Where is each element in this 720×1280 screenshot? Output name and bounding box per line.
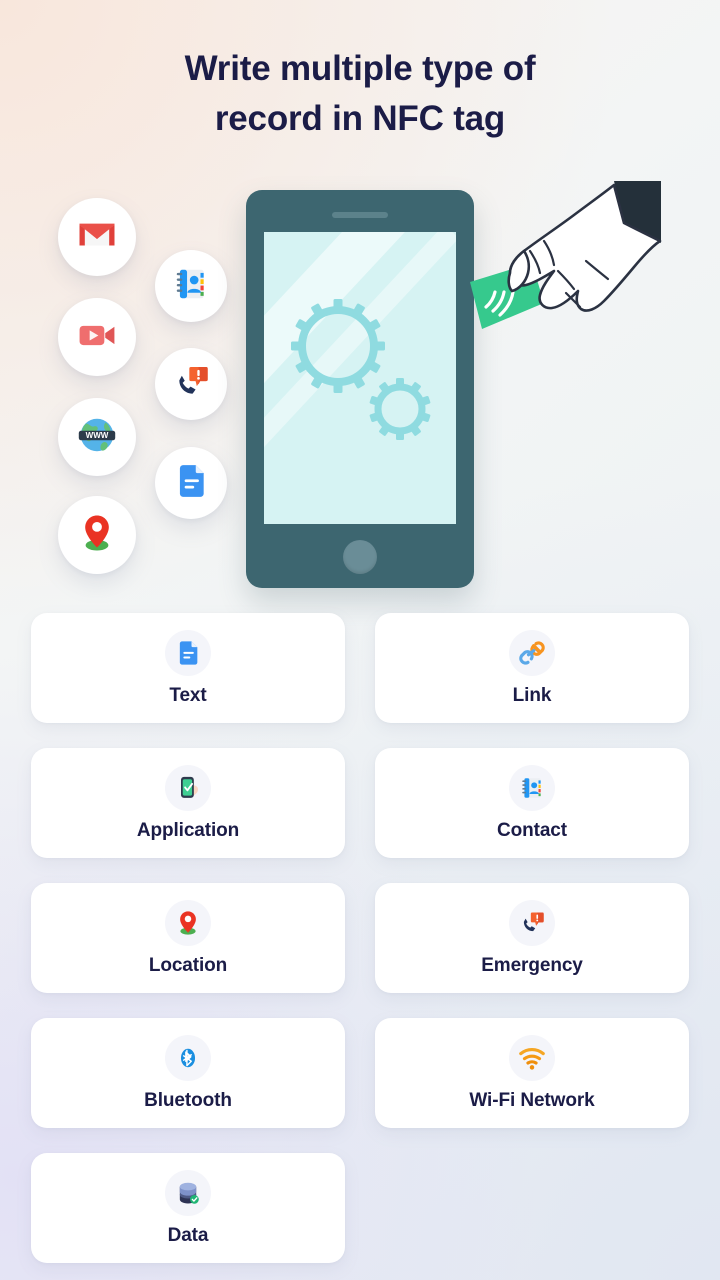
record-card-contact[interactable]: Contact	[375, 748, 689, 858]
floating-www-bubble: WWW	[58, 398, 136, 476]
application-phone-icon	[165, 764, 211, 811]
phone-screen	[264, 232, 456, 524]
link-chain-icon	[509, 629, 555, 676]
floating-gmail-bubble	[58, 198, 136, 276]
record-card-link[interactable]: Link	[375, 613, 689, 723]
svg-text:WWW: WWW	[86, 431, 109, 440]
floating-document-bubble	[155, 447, 227, 519]
page-title-line-2: record in NFC tag	[214, 99, 506, 138]
hero-illustration: WWW	[0, 175, 720, 595]
floating-emergency-bubble	[155, 348, 227, 420]
record-card-location[interactable]: Location	[31, 883, 345, 993]
record-card-data[interactable]: Data	[31, 1153, 345, 1263]
record-card-label: Contact	[496, 819, 568, 841]
contact-book-icon	[509, 764, 555, 811]
page-title: Write multiple type of record in NFC tag	[0, 44, 720, 144]
text-document-icon	[165, 629, 211, 676]
gmail-icon	[76, 214, 118, 261]
record-card-label: Location	[148, 954, 228, 976]
www-globe-icon: WWW	[74, 412, 120, 463]
document-icon	[172, 462, 210, 505]
record-card-text[interactable]: Text	[31, 613, 345, 723]
location-pin-icon	[165, 899, 211, 946]
record-card-emergency[interactable]: Emergency	[375, 883, 689, 993]
floating-contact-bubble	[155, 250, 227, 322]
floating-location-bubble	[58, 496, 136, 574]
record-card-label: Data	[167, 1224, 209, 1246]
location-pin-icon	[76, 512, 118, 559]
contact-book-icon	[172, 265, 210, 308]
record-card-bluetooth[interactable]: Bluetooth	[31, 1018, 345, 1128]
emergency-call-icon	[171, 362, 211, 407]
video-camera-icon	[75, 313, 119, 362]
phone-home-button	[343, 540, 377, 574]
page-title-line-1: Write multiple type of	[184, 49, 536, 88]
record-card-label: Bluetooth	[144, 1089, 232, 1111]
record-card-wifi[interactable]: Wi-Fi Network	[375, 1018, 689, 1128]
phone-speaker	[332, 212, 388, 218]
record-card-label: Wi-Fi Network	[469, 1089, 595, 1111]
record-card-application[interactable]: Application	[31, 748, 345, 858]
floating-video-bubble	[58, 298, 136, 376]
record-card-label: Link	[512, 684, 552, 706]
wifi-icon	[509, 1034, 555, 1081]
record-card-label: Application	[136, 819, 240, 841]
record-card-label: Emergency	[481, 954, 583, 976]
record-card-label: Text	[169, 684, 207, 706]
emergency-call-icon	[509, 899, 555, 946]
record-type-grid: Text Link Application Contact Location E…	[31, 613, 689, 1263]
phone-mockup	[246, 190, 474, 588]
bluetooth-icon	[165, 1034, 211, 1081]
database-icon	[165, 1169, 211, 1216]
gears-graphic	[291, 299, 431, 440]
hand-with-nfc-card	[462, 175, 672, 375]
